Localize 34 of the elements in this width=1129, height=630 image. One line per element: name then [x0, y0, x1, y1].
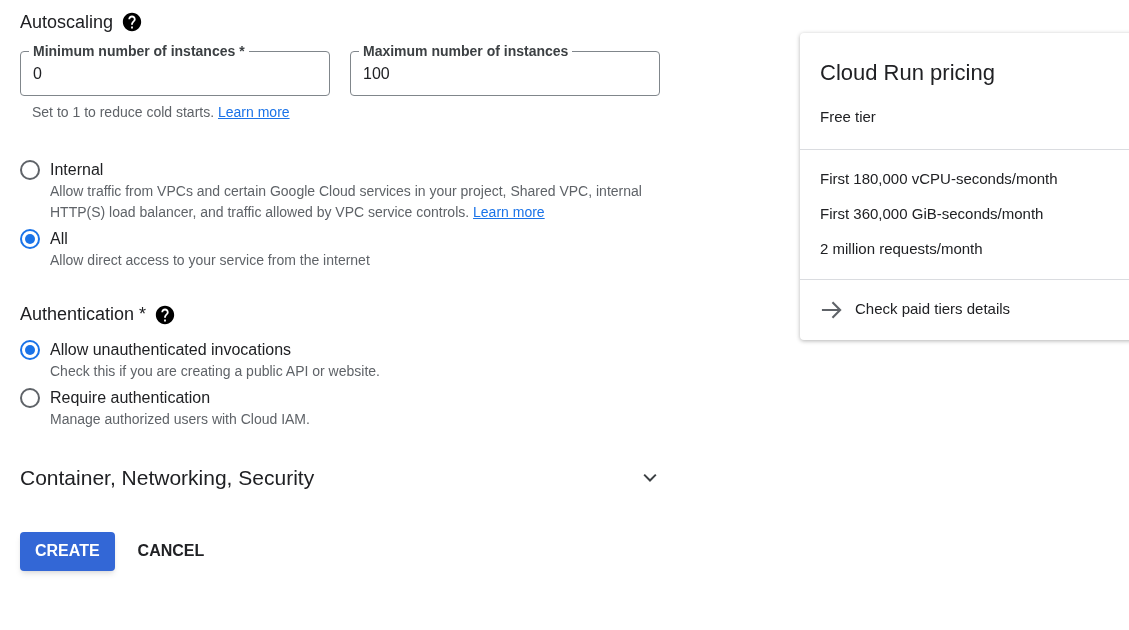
section-title: Authentication *: [20, 303, 147, 326]
card-title: Cloud Run pricing: [820, 59, 996, 87]
create-button[interactable]: CREATE: [20, 531, 115, 571]
help-icon[interactable]: [154, 303, 177, 326]
radio-button[interactable]: [20, 160, 40, 180]
option-description: Check this if you are creating a public API or website.: [50, 362, 380, 381]
paid-tiers-link[interactable]: Check paid tiers details: [800, 279, 1129, 340]
option-description: Manage authorized users with Cloud IAM.: [50, 410, 310, 429]
number-field[interactable]: Minimum number of instances * 0: [20, 42, 330, 96]
option-description: Allow traffic from VPCs and certain Google Cloud services in your project, Shared VPC, internal HTTP(S) load balancer, and traffic allowed by VPC service controls. Learn more: [50, 182, 643, 222]
radio-button[interactable]: [20, 340, 40, 360]
arrow-right-icon: [820, 299, 843, 320]
option-label: All: [50, 229, 69, 249]
pricing-item: 2 million requests/month: [820, 239, 984, 258]
option-label: Allow unauthenticated invocations: [50, 340, 293, 360]
radio-button[interactable]: [20, 229, 40, 249]
help-icon[interactable]: [121, 11, 144, 33]
option-label: Internal: [50, 160, 105, 180]
number-field[interactable]: Maximum number of instances 100: [350, 42, 660, 96]
learn-more-link[interactable]: Learn more: [473, 204, 545, 220]
expandable-section-header[interactable]: Container, Networking, Security: [20, 462, 660, 494]
card-subtitle: Free tier: [820, 107, 877, 127]
section-title: Autoscaling: [20, 10, 114, 34]
field-label: Maximum number of instances: [362, 42, 570, 60]
field-label: Minimum number of instances *: [32, 42, 246, 60]
pricing-item: First 180,000 vCPU-seconds/month: [820, 169, 1059, 188]
field-value: 100: [363, 64, 391, 84]
option-label: Require authentication: [50, 388, 212, 408]
option-description: Allow direct access to your service from the internet: [50, 251, 370, 270]
field-value: 0: [33, 64, 43, 84]
radio-button[interactable]: [20, 388, 40, 408]
help-text: Set to 1 to reduce cold starts. Learn more: [32, 103, 291, 122]
pricing-item: First 360,000 GiB-seconds/month: [820, 204, 1045, 223]
learn-more-link[interactable]: Learn more: [218, 104, 290, 120]
